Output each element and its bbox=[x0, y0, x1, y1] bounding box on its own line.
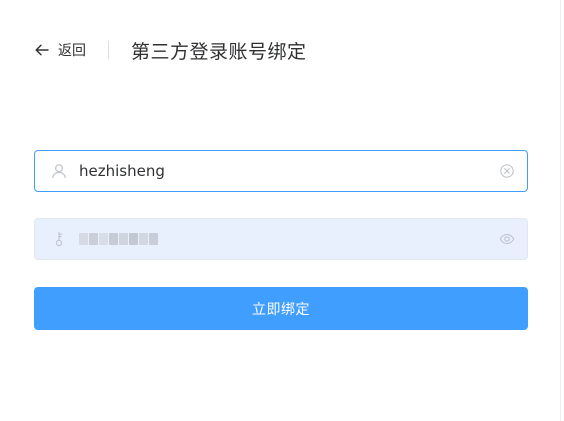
key-icon bbox=[55, 231, 63, 247]
back-label: 返回 bbox=[58, 43, 86, 59]
bind-now-button[interactable]: 立即绑定 bbox=[34, 287, 528, 330]
back-button[interactable]: 返回 bbox=[34, 40, 86, 60]
username-field bbox=[34, 150, 528, 192]
page-title: 第三方登录账号绑定 bbox=[131, 40, 307, 63]
panel-edge bbox=[560, 0, 561, 421]
clear-icon[interactable] bbox=[499, 163, 515, 179]
arrow-left-icon bbox=[35, 44, 49, 56]
eye-icon[interactable] bbox=[499, 231, 515, 247]
page-header: 返回 第三方登录账号绑定 bbox=[34, 36, 307, 64]
password-field bbox=[34, 218, 528, 260]
bind-account-page: 返回 第三方登录账号绑定 hezhisheng 立即绑定 bbox=[0, 0, 564, 421]
header-divider bbox=[108, 41, 109, 59]
password-mask bbox=[79, 233, 158, 245]
password-input[interactable] bbox=[79, 219, 499, 259]
user-icon bbox=[52, 164, 66, 179]
username-input[interactable] bbox=[79, 151, 499, 191]
